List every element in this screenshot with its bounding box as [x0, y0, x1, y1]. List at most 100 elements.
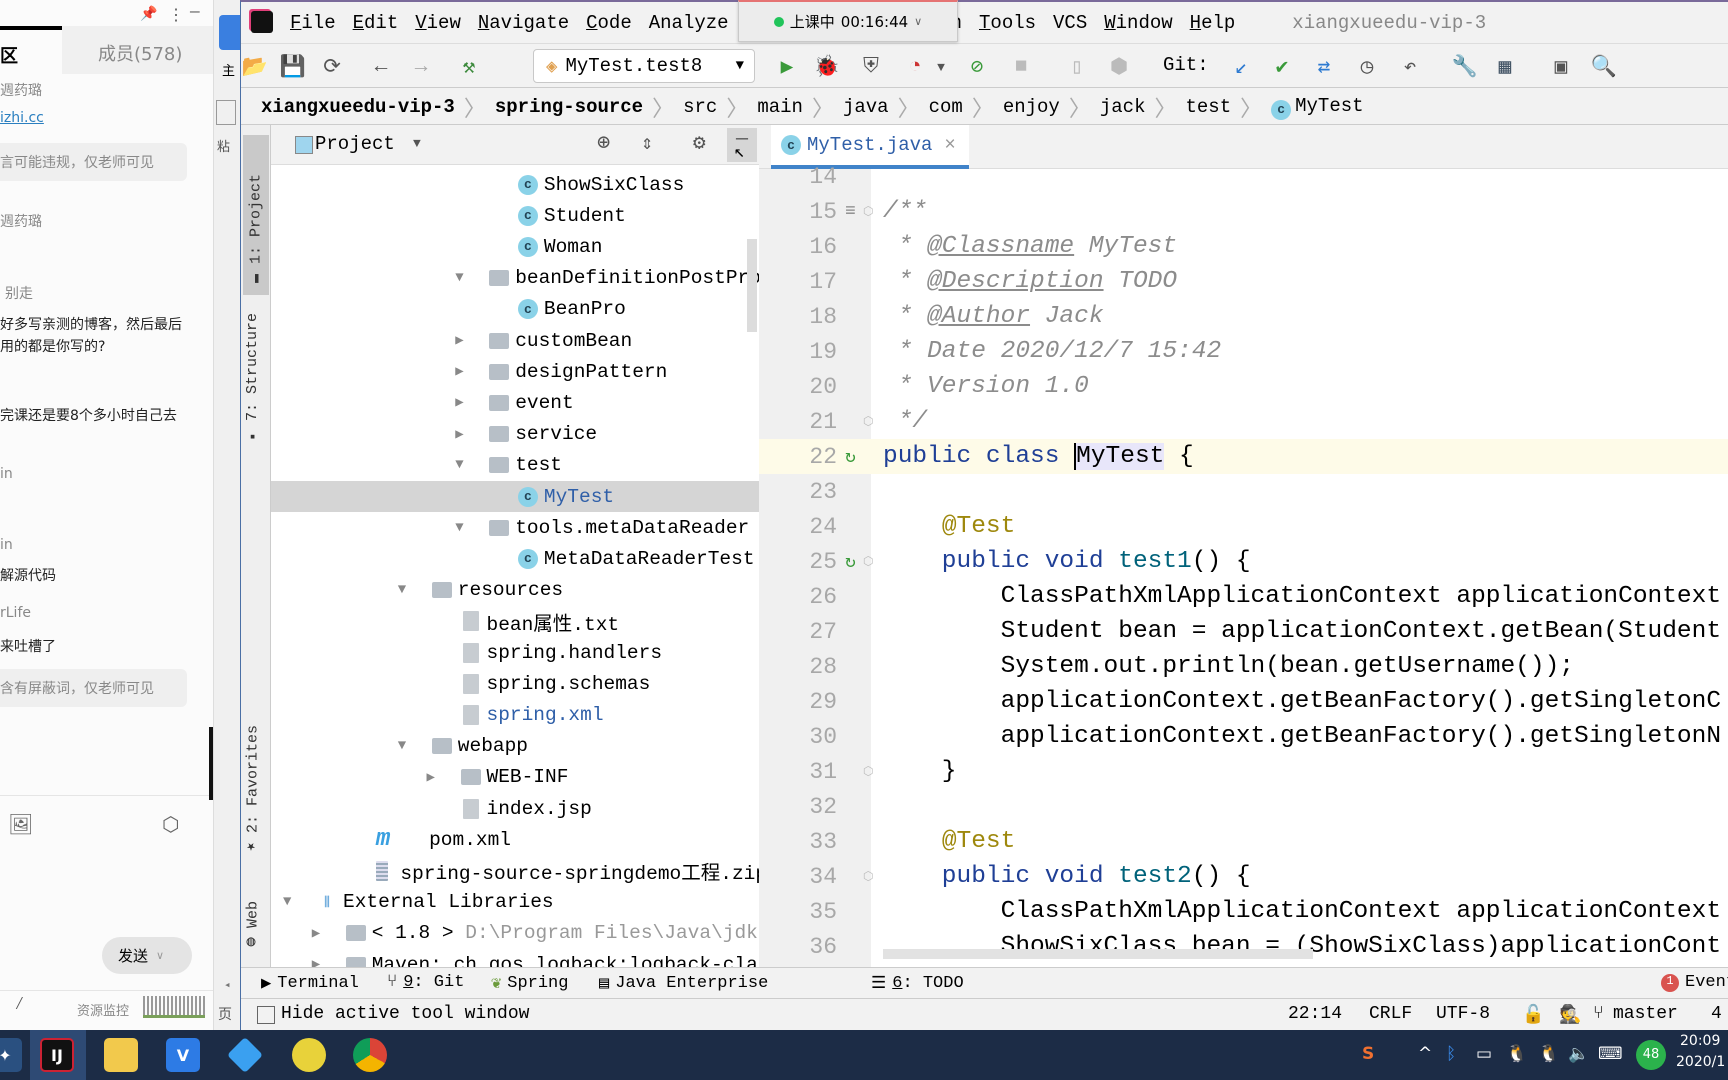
menu-code[interactable]: Code: [586, 12, 632, 34]
tree-item[interactable]: ▶ event: [271, 387, 759, 418]
tree-item[interactable]: ▼ resources: [271, 575, 759, 606]
profiler-icon[interactable]: ◔: [901, 53, 929, 81]
send-button[interactable]: 发送 ∨: [102, 937, 192, 974]
coverage-icon[interactable]: ⛨: [857, 53, 885, 81]
git-commit-icon[interactable]: ✔: [1268, 53, 1296, 81]
git-compare-icon[interactable]: ⇄: [1310, 53, 1338, 81]
tool-window-toggle-icon[interactable]: [257, 1006, 275, 1024]
inspector-hat-icon[interactable]: 🕵: [1559, 1004, 1581, 1026]
caret-position[interactable]: 22:14: [1288, 1004, 1342, 1024]
menu-view[interactable]: View: [415, 12, 461, 34]
collapsed-arrow-icon[interactable]: ▶: [455, 332, 463, 349]
code-line[interactable]: 17 * @Description TODO: [759, 264, 1728, 299]
bluetooth-icon[interactable]: ᛒ: [1446, 1044, 1456, 1064]
code-line[interactable]: 23: [759, 474, 1728, 509]
code-line[interactable]: 27 Student bean = applicationContext.get…: [759, 614, 1728, 649]
collapsed-arrow-icon[interactable]: ▶: [312, 956, 320, 967]
tree-item[interactable]: c Student: [271, 200, 759, 231]
breadcrumb-item[interactable]: spring-source: [495, 96, 643, 118]
rollback-icon[interactable]: ↶: [1396, 53, 1424, 81]
tree-item[interactable]: ▶ < 1.8 > D:\Program Files\Java\jdk: [271, 918, 759, 949]
code-line[interactable]: 26 ClassPathXmlApplicationContext applic…: [759, 579, 1728, 614]
tree-item[interactable]: spring.handlers: [271, 637, 759, 668]
collapsed-arrow-icon[interactable]: ▶: [455, 394, 463, 411]
history-icon[interactable]: ◷: [1353, 53, 1381, 81]
horizontal-scrollbar[interactable]: [883, 949, 1313, 959]
breadcrumb-item[interactable]: src: [683, 96, 717, 118]
project-view-select[interactable]: Project: [315, 133, 395, 155]
fold-icon[interactable]: ⬡: [863, 414, 873, 429]
open-folder-icon[interactable]: 📂: [241, 53, 269, 81]
back-arrow-icon[interactable]: ←: [367, 53, 395, 81]
expanded-arrow-icon[interactable]: ▼: [455, 520, 463, 536]
dropdown-arrow-icon[interactable]: ▼: [413, 136, 421, 151]
tray-expand-icon[interactable]: ^: [1418, 1044, 1432, 1064]
battery-indicator[interactable]: 48: [1636, 1040, 1666, 1070]
code-line[interactable]: 35 ClassPathXmlApplicationContext applic…: [759, 894, 1728, 929]
chevron-down-icon[interactable]: ∨: [914, 15, 922, 28]
input-box[interactable]: [216, 100, 236, 125]
tree-item[interactable]: ▶ customBean: [271, 325, 759, 356]
vz-app-icon[interactable]: V: [166, 1038, 200, 1072]
menu-navigate[interactable]: Navigate: [478, 12, 569, 34]
file-explorer-icon[interactable]: [104, 1038, 138, 1072]
doc-comment-icon[interactable]: ≡: [845, 202, 856, 222]
code-line[interactable]: 34 ⬡ public void test2() {: [759, 859, 1728, 894]
video-app-icon[interactable]: [226, 1036, 264, 1074]
tree-item[interactable]: c MetaDataReaderTest: [271, 543, 759, 574]
tree-scrollbar[interactable]: [747, 239, 757, 332]
wrench-icon[interactable]: 🔧: [1451, 53, 1479, 81]
breadcrumb-item[interactable]: com: [929, 96, 963, 118]
start-icon[interactable]: ✦: [0, 1038, 22, 1072]
code-line[interactable]: 22 ↻ public class MyTest {: [759, 439, 1728, 474]
attach-debugger-icon[interactable]: ⊘: [963, 53, 991, 81]
tree-item[interactable]: bean属性.txt: [271, 606, 759, 637]
tool-structure[interactable]: ▪ 7: Structure: [244, 305, 261, 452]
breadcrumb-item[interactable]: xiangxueedu-vip-3: [261, 96, 455, 118]
tree-item[interactable]: ▼ ⫼ External Libraries: [271, 887, 759, 918]
chrome-icon[interactable]: [353, 1038, 387, 1072]
brush-off-icon[interactable]: ⁄: [14, 995, 25, 1015]
code-area[interactable]: 14 15 ≡ ⬡/** 16 * @Classname MyTest 17 * @Des…: [759, 164, 1728, 967]
tool-web[interactable]: ◍ Web: [244, 893, 262, 960]
close-icon[interactable]: ×: [944, 134, 955, 156]
more-icon[interactable]: ⋮: [168, 5, 184, 25]
code-line[interactable]: 31 ⬡ }: [759, 754, 1728, 789]
breadcrumb-item[interactable]: enjoy: [1003, 96, 1060, 118]
breadcrumb-item[interactable]: jack: [1100, 96, 1146, 118]
save-icon[interactable]: 💾: [279, 53, 307, 81]
menu-window[interactable]: Window: [1104, 12, 1172, 34]
tree-item[interactable]: c Woman: [271, 231, 759, 262]
fold-icon[interactable]: ⬡: [863, 764, 873, 779]
tool-spring[interactable]: ❦ Spring: [491, 973, 568, 994]
sync-icon[interactable]: ⟳: [318, 53, 346, 81]
fold-icon[interactable]: ⬡: [863, 554, 873, 569]
code-line[interactable]: 15 ≡ ⬡ /**: [759, 194, 1728, 229]
expanded-arrow-icon[interactable]: ▼: [455, 457, 463, 473]
blue-button[interactable]: [219, 15, 240, 50]
tool-terminal[interactable]: ▶ Terminal: [261, 973, 359, 994]
run-icon[interactable]: ▶: [773, 53, 801, 81]
tree-item[interactable]: ▼ tools.metaDataReader: [271, 512, 759, 543]
build-hammer-icon[interactable]: ⚒: [455, 53, 483, 81]
menu-file[interactable]: File: [290, 12, 336, 34]
image-icon[interactable]: 🖼: [8, 812, 33, 838]
run-gutter-icon[interactable]: ↻: [845, 446, 856, 468]
network-icon[interactable]: ▭: [1476, 1044, 1492, 1064]
minimize-icon[interactable]: —: [190, 3, 200, 21]
qq-icon[interactable]: 🐧: [1506, 1044, 1527, 1064]
settings-icon[interactable]: ⬡: [162, 812, 179, 838]
collapsed-arrow-icon[interactable]: ▶: [312, 925, 320, 942]
menu-analyze[interactable]: Analyze: [649, 12, 729, 34]
tree-item[interactable]: c MyTest: [271, 481, 759, 512]
tree-item[interactable]: ▶ WEB-INF: [271, 762, 759, 793]
code-line[interactable]: 30 applicationContext.getBeanFactory().g…: [759, 719, 1728, 754]
tree-item[interactable]: spring.xml: [271, 699, 759, 730]
expanded-arrow-icon[interactable]: ▼: [283, 894, 291, 910]
code-line[interactable]: 14: [759, 159, 1728, 194]
code-line[interactable]: 16 * @Classname MyTest: [759, 229, 1728, 264]
breadcrumb-item[interactable]: test: [1185, 96, 1231, 118]
forward-arrow-icon[interactable]: →: [407, 53, 435, 81]
breadcrumb-item[interactable]: java: [843, 96, 889, 118]
code-line[interactable]: 20 * Version 1.0: [759, 369, 1728, 404]
